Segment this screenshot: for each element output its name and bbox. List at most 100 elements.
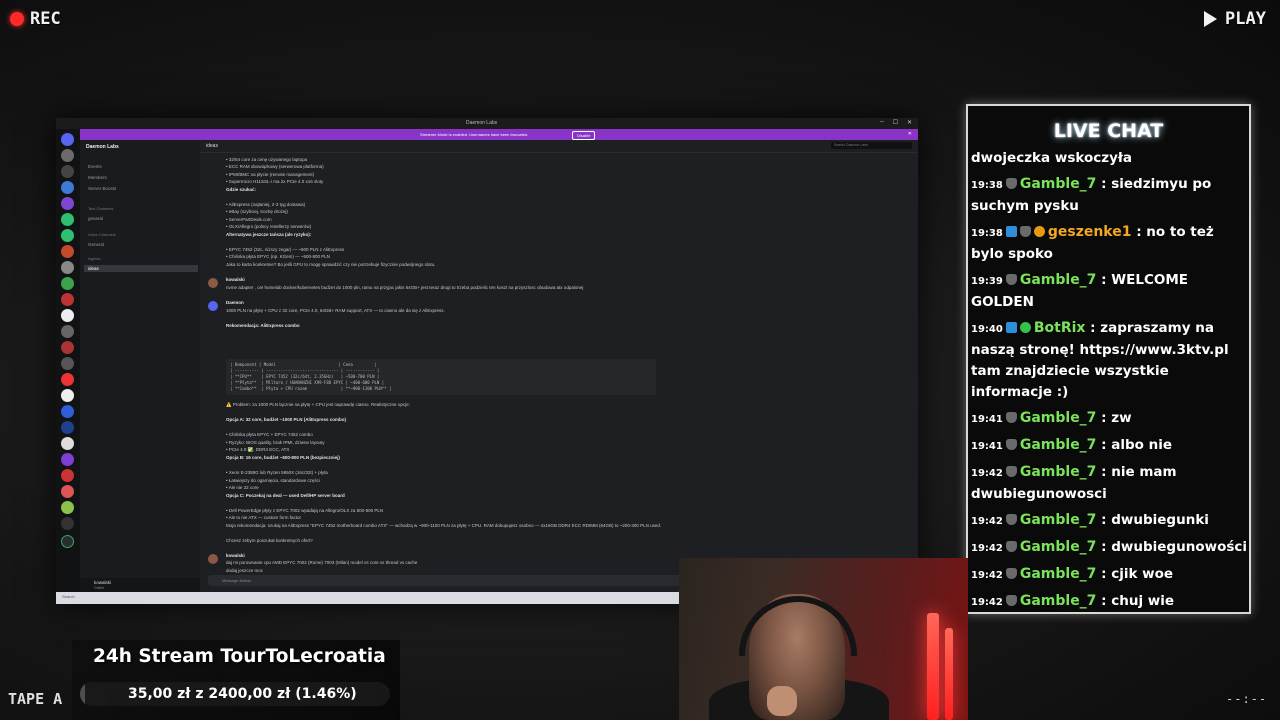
server-icon[interactable]: [61, 357, 74, 370]
chat-timestamp: 19:42: [971, 597, 1003, 608]
message-line: dodaj jeszcze moc: [226, 568, 264, 573]
message-input[interactable]: Message #ideas: [222, 578, 251, 583]
channel-events[interactable]: Events: [88, 164, 102, 169]
server-icon[interactable]: [61, 421, 74, 434]
message-line: • ServerPartDeals.com: [226, 217, 272, 222]
channel-members[interactable]: Members: [88, 175, 107, 180]
server-icon[interactable]: [61, 437, 74, 450]
message-line: Chcesz żebym poszukał konkretnych ofert?: [226, 538, 313, 543]
channel-sidebar: Daemon Labs Events Members Server Boosts…: [80, 140, 200, 592]
user-name[interactable]: kowalski: [94, 580, 111, 585]
user-panel: kowalski Online: [80, 578, 200, 592]
shield-badge-icon: [1005, 514, 1017, 525]
message-line: • Dell PowerEdge płyty z EPYC 7002 wpada…: [226, 508, 384, 513]
maximize-icon[interactable]: ☐: [893, 119, 898, 126]
voice-channel-general[interactable]: General: [88, 242, 104, 247]
discord-home-icon[interactable]: [61, 133, 74, 146]
message-line: • Ale to nie ATX — custom form factor: [226, 515, 302, 520]
server-icon[interactable]: [61, 405, 74, 418]
code-line: | Komponent | Model | Cena |: [230, 362, 377, 367]
message-author[interactable]: kowalski: [226, 553, 245, 558]
chat-text: : albo nie: [1101, 437, 1173, 453]
category-voice[interactable]: Voice Channels: [88, 232, 116, 237]
avatar[interactable]: [208, 554, 218, 564]
server-icon[interactable]: [61, 149, 74, 162]
close-icon[interactable]: ✕: [907, 119, 912, 126]
goal-title: 24h Stream TourToLecroatia: [93, 646, 386, 667]
server-icon[interactable]: [61, 517, 74, 530]
code-line: | **Combo** | Płyta + CPU razem | **~900…: [230, 386, 392, 391]
server-icon[interactable]: [61, 197, 74, 210]
channel-boosts[interactable]: Server Boosts: [88, 186, 116, 191]
category-text[interactable]: Text Channels: [88, 206, 113, 211]
server-icon[interactable]: [61, 373, 74, 386]
headphones-icon: [739, 596, 857, 656]
chat-username[interactable]: Gamble_7: [1020, 410, 1097, 426]
server-icon[interactable]: [61, 453, 74, 466]
server-icon[interactable]: [61, 293, 74, 306]
server-icon[interactable]: [61, 261, 74, 274]
server-icon[interactable]: [61, 277, 74, 290]
chat-text: : chuj wie: [1101, 593, 1175, 609]
message-line: Moja rekomendacja: szukaj na AliExpress …: [226, 523, 662, 528]
chat-timestamp: 19:38: [971, 180, 1003, 191]
server-icon[interactable]: [61, 245, 74, 258]
webcam-hand: [767, 686, 797, 716]
server-icon[interactable]: [61, 469, 74, 482]
chat-username[interactable]: Gamble_7: [1020, 512, 1097, 528]
chat-username[interactable]: Gamble_7: [1020, 566, 1097, 582]
chat-username[interactable]: Gamble_7: [1020, 176, 1097, 192]
chat-username[interactable]: Gamble_7: [1020, 593, 1097, 609]
server-name[interactable]: Daemon Labs: [86, 144, 119, 150]
search-input[interactable]: Search Daemon Labs: [831, 142, 912, 149]
channel-general[interactable]: general: [88, 216, 103, 221]
server-icon[interactable]: [61, 325, 74, 338]
chat-username[interactable]: Gamble_7: [1020, 437, 1097, 453]
chat-username[interactable]: Gamble_7: [1020, 272, 1097, 288]
server-icon[interactable]: [61, 389, 74, 402]
live-chat-messages: dwojeczka wskoczyła 19:38 Gamble_7 : siedz…: [971, 150, 1247, 610]
avatar[interactable]: [208, 278, 218, 288]
message-line: Jaka to karta konkretnie? Bo jeśli GPU t…: [226, 262, 436, 267]
message-author[interactable]: Daemon: [226, 300, 244, 305]
chat-message: 19:42 Gamble_7 : nie mam dwubiegunowosci: [971, 462, 1247, 505]
category-agents[interactable]: Agents: [88, 256, 100, 261]
message-line: • IPMI/BMC na płycie (remote management): [226, 172, 315, 177]
channel-ideas[interactable]: ideas: [84, 265, 198, 272]
add-server-icon[interactable]: [61, 535, 74, 548]
minimize-icon[interactable]: –: [880, 119, 883, 126]
taskbar-search[interactable]: Search: [62, 594, 75, 599]
server-icon[interactable]: [61, 229, 74, 242]
server-icon[interactable]: [61, 501, 74, 514]
chat-username[interactable]: BotRix: [1034, 320, 1086, 336]
message-line: Opcja B: 16 core, budżet ~600-800 PLN (b…: [226, 455, 340, 460]
banner-close-icon[interactable]: ✕: [908, 131, 912, 137]
disable-button[interactable]: Disable: [572, 131, 596, 140]
chat-username[interactable]: Gamble_7: [1020, 539, 1097, 555]
server-icon[interactable]: [61, 309, 74, 322]
shield-badge-icon: [1005, 178, 1017, 189]
chat-username[interactable]: geszenke1: [1048, 224, 1132, 240]
chat-username[interactable]: Gamble_7: [1020, 464, 1097, 480]
shield-badge-icon: [1005, 568, 1017, 579]
chat-text: dwojeczka wskoczyła: [971, 150, 1133, 166]
server-icon[interactable]: [61, 165, 74, 178]
message-author[interactable]: kowalski: [226, 277, 245, 282]
server-icon[interactable]: [61, 181, 74, 194]
server-icon[interactable]: [61, 485, 74, 498]
server-icon[interactable]: [61, 341, 74, 354]
chat-timestamp: 19:42: [971, 468, 1003, 479]
play-indicator: PLAY: [1204, 9, 1266, 29]
code-block: | Komponent | Model | Cena | | ---------…: [226, 359, 656, 395]
server-icon[interactable]: [61, 213, 74, 226]
message-line: Opcja A: 32 core, budżet ~1000 PLN (AliE…: [226, 417, 346, 422]
avatar[interactable]: [208, 301, 218, 311]
chat-timestamp: 19:42: [971, 570, 1003, 581]
chat-timestamp: 19:40: [971, 324, 1003, 335]
code-line: | **CPU** | EPYC 7452 (32c/64t, 2.35GHz)…: [230, 374, 380, 379]
chat-message: 19:42 Gamble_7 : chuj wie: [971, 591, 1247, 610]
play-icon: [1204, 11, 1218, 27]
shield-badge-icon: [1005, 439, 1017, 450]
channel-title: ideas: [206, 143, 218, 149]
window-title: Daemon Labs: [466, 120, 498, 126]
